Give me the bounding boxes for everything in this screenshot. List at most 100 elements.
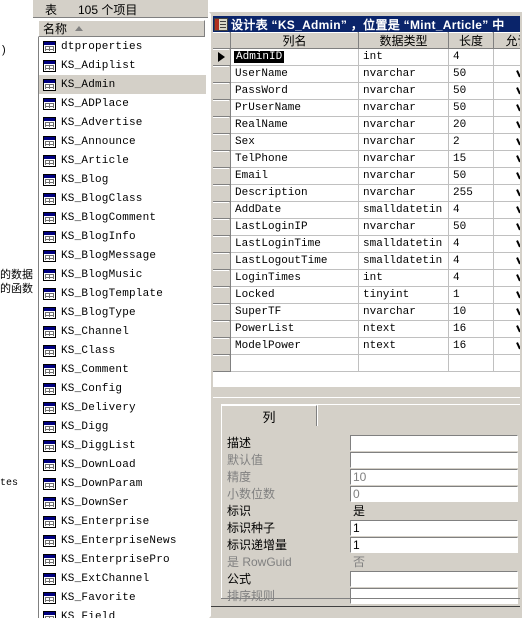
- cell-column-name[interactable]: LoginTimes: [231, 270, 359, 287]
- cell-data-type[interactable]: nvarchar: [359, 219, 449, 236]
- cell-data-type[interactable]: tinyint: [359, 287, 449, 304]
- row-selector[interactable]: [213, 338, 231, 355]
- table-row[interactable]: LoginTimes int 4: [213, 270, 520, 287]
- row-selector[interactable]: [213, 219, 231, 236]
- properties-tabstrip[interactable]: 列: [221, 404, 323, 426]
- property-value[interactable]: 否: [350, 553, 518, 570]
- cell-data-type[interactable]: nvarchar: [359, 185, 449, 202]
- cell-data-type[interactable]: nvarchar: [359, 117, 449, 134]
- cell-data-type[interactable]: smalldatetin: [359, 202, 449, 219]
- list-item[interactable]: KS_BlogMessage: [39, 246, 206, 265]
- row-selector[interactable]: [213, 49, 231, 66]
- cell-length[interactable]: 4: [449, 253, 494, 270]
- cell-column-name[interactable]: Sex: [231, 134, 359, 151]
- name-column-header[interactable]: 名称: [38, 20, 205, 37]
- columns-grid[interactable]: 列名 数据类型 长度 允许空 AdminID int 4 UserName nvarchar 5…: [213, 32, 520, 387]
- cell-length[interactable]: 255: [449, 185, 494, 202]
- table-row[interactable]: ModelPower ntext 16: [213, 338, 520, 355]
- grid-column-header[interactable]: 数据类型: [359, 32, 449, 48]
- cell-allow-null[interactable]: [494, 66, 520, 83]
- cell-data-type[interactable]: nvarchar: [359, 168, 449, 185]
- property-value[interactable]: 1: [350, 536, 518, 553]
- cell-length[interactable]: 16: [449, 338, 494, 355]
- list-item[interactable]: KS_EnterpriseNews: [39, 531, 206, 550]
- cell-allow-null[interactable]: [494, 270, 520, 287]
- table-row[interactable]: Description nvarchar 255: [213, 185, 520, 202]
- row-selector[interactable]: [213, 355, 231, 372]
- cell-length[interactable]: 1: [449, 287, 494, 304]
- row-selector[interactable]: [213, 66, 231, 83]
- cell-allow-null[interactable]: [494, 338, 520, 355]
- table-row[interactable]: Sex nvarchar 2: [213, 134, 520, 151]
- list-item[interactable]: KS_Article: [39, 151, 206, 170]
- cell-column-name[interactable]: UserName: [231, 66, 359, 83]
- cell-data-type[interactable]: int: [359, 270, 449, 287]
- table-row[interactable]: RealName nvarchar 20: [213, 117, 520, 134]
- cell-length[interactable]: 50: [449, 83, 494, 100]
- table-row[interactable]: AddDate smalldatetin 4: [213, 202, 520, 219]
- row-selector[interactable]: [213, 151, 231, 168]
- cell-allow-null[interactable]: [494, 236, 520, 253]
- cell-length[interactable]: 10: [449, 304, 494, 321]
- row-selector[interactable]: [213, 236, 231, 253]
- list-item[interactable]: KS_BlogComment: [39, 208, 206, 227]
- cell-data-type[interactable]: nvarchar: [359, 151, 449, 168]
- cell-allow-null[interactable]: [494, 117, 520, 134]
- cell-data-type[interactable]: [359, 355, 449, 372]
- list-item[interactable]: KS_Config: [39, 379, 206, 398]
- property-row[interactable]: 精度 10: [227, 468, 518, 485]
- cell-allow-null[interactable]: [494, 287, 520, 304]
- list-item[interactable]: KS_ExtChannel: [39, 569, 206, 588]
- cell-column-name[interactable]: AdminID: [231, 49, 359, 66]
- cell-allow-null[interactable]: [494, 202, 520, 219]
- cell-length[interactable]: 4: [449, 49, 494, 66]
- list-item[interactable]: KS_Digg: [39, 417, 206, 436]
- list-item[interactable]: KS_Announce: [39, 132, 206, 151]
- list-item[interactable]: dtproperties: [39, 37, 206, 56]
- list-item[interactable]: KS_Channel: [39, 322, 206, 341]
- table-row[interactable]: PowerList ntext 16: [213, 321, 520, 338]
- list-item[interactable]: KS_BlogTemplate: [39, 284, 206, 303]
- cell-column-name[interactable]: Email: [231, 168, 359, 185]
- cell-column-name[interactable]: TelPhone: [231, 151, 359, 168]
- table-row[interactable]: LastLoginIP nvarchar 50: [213, 219, 520, 236]
- cell-data-type[interactable]: nvarchar: [359, 134, 449, 151]
- cell-column-name[interactable]: Description: [231, 185, 359, 202]
- row-selector[interactable]: [213, 202, 231, 219]
- cell-column-name[interactable]: AddDate: [231, 202, 359, 219]
- list-item[interactable]: KS_DownSer: [39, 493, 206, 512]
- property-value[interactable]: [350, 434, 518, 451]
- tab-columns[interactable]: 列: [221, 405, 317, 426]
- row-selector[interactable]: [213, 117, 231, 134]
- row-selector[interactable]: [213, 134, 231, 151]
- cell-column-name[interactable]: PrUserName: [231, 100, 359, 117]
- cell-column-name[interactable]: PassWord: [231, 83, 359, 100]
- grid-column-header[interactable]: 列名: [231, 32, 359, 48]
- table-row[interactable]: LastLoginTime smalldatetin 4: [213, 236, 520, 253]
- cell-data-type[interactable]: smalldatetin: [359, 253, 449, 270]
- list-item[interactable]: KS_Advertise: [39, 113, 206, 132]
- cell-allow-null[interactable]: [494, 253, 520, 270]
- cell-allow-null[interactable]: [494, 168, 520, 185]
- table-row[interactable]: SuperTF nvarchar 10: [213, 304, 520, 321]
- columns-grid-body[interactable]: AdminID int 4 UserName nvarchar 50 PassWord nva…: [213, 49, 520, 372]
- grid-column-header[interactable]: [213, 32, 231, 48]
- property-row[interactable]: 排序规则: [227, 587, 518, 604]
- row-selector[interactable]: [213, 270, 231, 287]
- list-item[interactable]: KS_BlogClass: [39, 189, 206, 208]
- cell-length[interactable]: 2: [449, 134, 494, 151]
- property-value[interactable]: [350, 587, 518, 604]
- property-row[interactable]: 标识 是: [227, 502, 518, 519]
- cell-allow-null[interactable]: [494, 49, 520, 66]
- grid-column-header[interactable]: 长度: [449, 32, 494, 48]
- cell-column-name[interactable]: SuperTF: [231, 304, 359, 321]
- table-row[interactable]: [213, 355, 520, 372]
- cell-length[interactable]: 50: [449, 100, 494, 117]
- table-row[interactable]: UserName nvarchar 50: [213, 66, 520, 83]
- row-selector[interactable]: [213, 83, 231, 100]
- property-row[interactable]: 标识递增量 1: [227, 536, 518, 553]
- cell-allow-null[interactable]: [494, 219, 520, 236]
- table-row[interactable]: PassWord nvarchar 50: [213, 83, 520, 100]
- list-item[interactable]: KS_BlogMusic: [39, 265, 206, 284]
- row-selector[interactable]: [213, 253, 231, 270]
